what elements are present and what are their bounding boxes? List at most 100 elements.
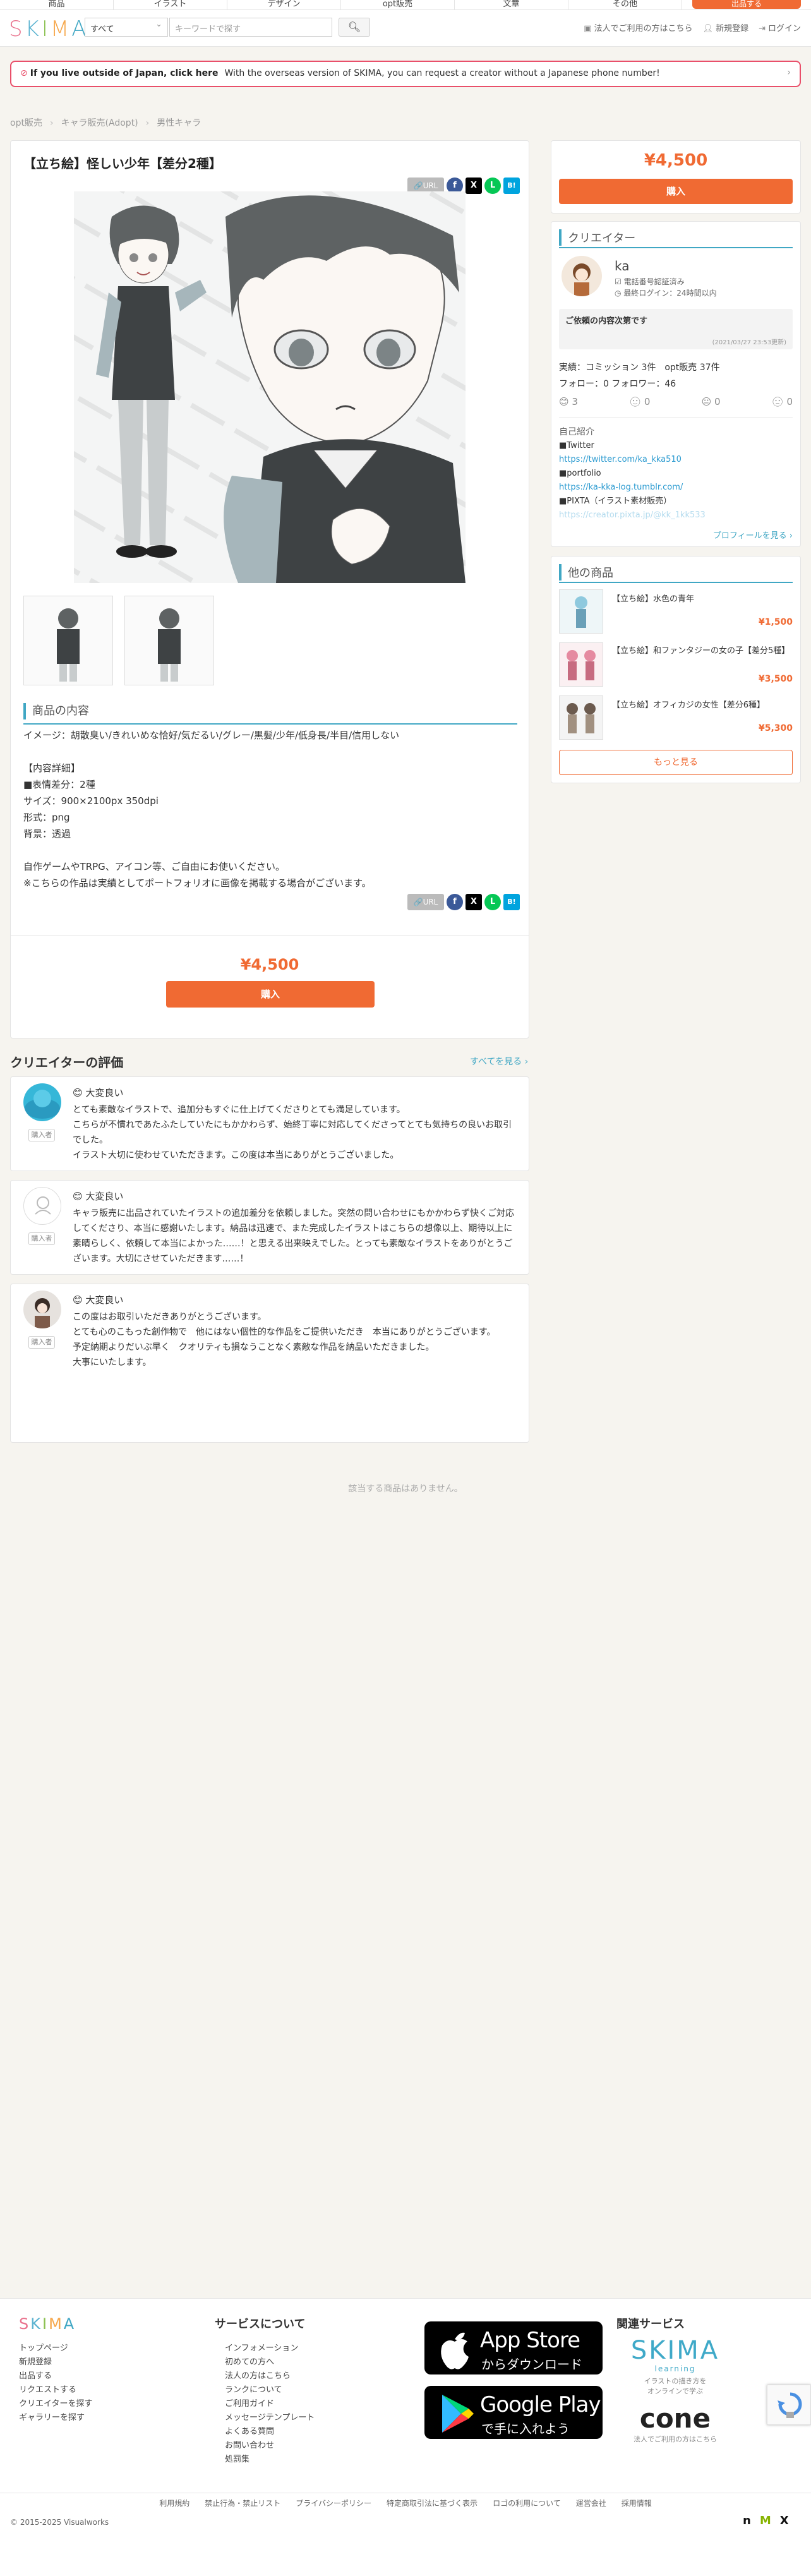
smile-icon: 😊︎ (73, 1294, 86, 1306)
skima-logo[interactable]: SKIMA (9, 16, 89, 42)
rating-bad-count: 0 (786, 396, 793, 407)
hatena-share-icon[interactable]: B! (503, 894, 520, 910)
bottom-link[interactable]: ロゴの利用について (493, 2499, 561, 2508)
sell-button[interactable]: 出品する (692, 0, 801, 9)
thumb-image (567, 650, 596, 680)
line-share-icon[interactable]: L (484, 178, 501, 194)
reviewer-avatar (23, 1291, 61, 1328)
facebook-share-icon[interactable]: f (447, 894, 463, 910)
nav-goods[interactable]: 商品 (0, 0, 114, 9)
thumbnail-2[interactable] (124, 596, 214, 685)
reviews-see-all[interactable]: すべてを見る › (470, 1055, 528, 1068)
service-links: インフォメーション 初めての方へ 法人の方はこちら ランクについて ご利用ガイド… (225, 2342, 315, 2467)
footer-link[interactable]: リクエストする (19, 2383, 92, 2397)
verified-row: ☑ 電話番号認証済み (615, 276, 685, 287)
misskey-icon[interactable]: M (760, 2514, 771, 2527)
breadcrumb-adopt[interactable]: キャラ販売(Adopt) (61, 118, 138, 128)
thumb-image (567, 703, 596, 733)
thumbnail-1[interactable] (23, 596, 113, 685)
phone-verified-icon: ☑ (615, 277, 624, 286)
cone-logo[interactable]: cone 法人でご利用の方はこちら (622, 2404, 729, 2444)
other-item-title: 【立ち絵】オフィカジの女性【差分6種】 (612, 701, 766, 710)
bottom-link[interactable]: 利用規約 (159, 2499, 189, 2508)
neutral-face-icon: 😐︎ (701, 396, 714, 407)
buyer-badge: 購入者 (28, 1336, 55, 1349)
breadcrumb-male[interactable]: 男性キャラ (157, 118, 201, 128)
review-rating-label: 大変良い (85, 1294, 124, 1306)
nav-other[interactable]: その他 (568, 0, 682, 9)
creator-name[interactable]: ka (615, 258, 630, 274)
default-avatar-icon (35, 1196, 51, 1215)
nav-opt[interactable]: opt販売 (341, 0, 455, 9)
note-icon[interactable]: n (743, 2514, 751, 2527)
footer-link[interactable]: 出品する (19, 2369, 92, 2383)
last-login-text: 最終ログイン：24時間以内 (623, 289, 717, 298)
slight-smile-icon: 🙂︎ (629, 396, 644, 407)
login-link[interactable]: ⇥ ログイン (759, 21, 801, 33)
service-link[interactable]: 法人の方はこちら (225, 2369, 315, 2383)
x-share-icon[interactable]: X (466, 178, 482, 194)
bottom-link[interactable]: 特定商取引法に基づく表示 (387, 2499, 478, 2508)
creator-stats: 実績：コミッション 3件 opt販売 37件 (559, 363, 720, 373)
last-login-row: ◷ 最終ログイン：24時間以内 (615, 287, 717, 298)
bottom-link[interactable]: プライバシーポリシー (296, 2499, 371, 2508)
service-link[interactable]: お問い合わせ (225, 2439, 315, 2453)
intro-line: ■portfolio (559, 469, 601, 478)
bottom-link[interactable]: 禁止行為・禁止リスト (205, 2499, 280, 2508)
corporate-link[interactable]: ▣ 法人でご利用の方はこちら (584, 21, 692, 33)
more-button[interactable]: もっと見る (559, 750, 793, 775)
service-link[interactable]: インフォメーション (225, 2342, 315, 2356)
other-item[interactable]: 【立ち絵】和ファンタジーの女の子【差分5種】 ¥3,500 (559, 642, 793, 688)
product-main-image[interactable] (74, 191, 466, 583)
service-link[interactable]: よくある質問 (225, 2425, 315, 2439)
skima-learning-sub: learning (654, 2364, 696, 2373)
service-link[interactable]: ランクについて (225, 2383, 315, 2397)
recaptcha-badge[interactable] (767, 2385, 811, 2425)
other-item[interactable]: 【立ち絵】オフィカジの女性【差分6種】 ¥5,300 (559, 695, 793, 741)
bottom-link[interactable]: 採用情報 (622, 2499, 652, 2508)
nav-illust[interactable]: イラスト (114, 0, 227, 9)
character-illustration (74, 191, 466, 583)
copy-url-button[interactable]: 🔗URL (407, 894, 444, 910)
review-text: この度はお取引いただきありがとうございます。 とても心のこもった創作物で 他には… (73, 1312, 496, 1368)
breadcrumb-opt[interactable]: opt販売 (10, 118, 42, 128)
buy-button[interactable]: 購入 (166, 981, 375, 1008)
status-message: ご依頼の内容次第です (565, 316, 648, 326)
sidebar-buy-button[interactable]: 購入 (559, 179, 793, 204)
rating-good-count: 0 (644, 396, 651, 407)
intro-link[interactable]: https://twitter.com/ka_kka510 (559, 453, 706, 467)
verified-text: 電話番号認証済み (623, 277, 685, 286)
hatena-share-icon[interactable]: B! (503, 178, 520, 194)
other-item[interactable]: 【立ち絵】水色の青年 ¥1,500 (559, 589, 793, 635)
footer-link[interactable]: 新規登録 (19, 2356, 92, 2369)
footer-logo[interactable]: SKIMA (19, 2315, 76, 2333)
service-link[interactable]: 処罰集 (225, 2453, 315, 2467)
keyword-search-input[interactable]: キーワードで探す (169, 18, 332, 37)
service-link[interactable]: 初めての方へ (225, 2356, 315, 2369)
signup-link[interactable]: 👤︎ 新規登録 (703, 21, 749, 33)
skima-learning-logo[interactable]: SKIMA learning イラストの描き方を オンラインで学ぶ (628, 2337, 723, 2396)
search-button[interactable]: 🔍︎ (339, 18, 370, 37)
service-link[interactable]: ご利用ガイド (225, 2397, 315, 2411)
x-share-icon[interactable]: X (466, 894, 482, 910)
footer-link[interactable]: ギャラリーを探す (19, 2411, 92, 2425)
nav-design[interactable]: デザイン (227, 0, 341, 9)
overseas-banner[interactable]: ⊘ If you live outside of Japan, click her… (10, 61, 801, 87)
bottom-link[interactable]: 運営会社 (576, 2499, 606, 2508)
intro-link[interactable]: https://creator.pixta.jp/@kk_1kk533 (559, 509, 706, 522)
footer-social: n M X (743, 2514, 789, 2527)
category-select[interactable]: すべて (85, 18, 168, 37)
creator-avatar[interactable] (562, 256, 602, 296)
top-category-nav: 商品 イラスト デザイン opt販売 文章 その他 出品する (0, 0, 811, 10)
nav-text[interactable]: 文章 (455, 0, 568, 9)
google-play-badge[interactable]: Google Play で手に入れよう (424, 2386, 603, 2439)
line-share-icon[interactable]: L (484, 894, 501, 910)
footer-link[interactable]: トップページ (19, 2342, 92, 2356)
intro-link[interactable]: https://ka-kka-log.tumblr.com/ (559, 481, 706, 495)
other-item-thumb (559, 642, 603, 687)
app-store-badge[interactable]: App Store からダウンロード (424, 2321, 603, 2374)
service-link[interactable]: メッセージテンプレート (225, 2411, 315, 2425)
footer-link[interactable]: クリエイターを探す (19, 2397, 92, 2411)
profile-link[interactable]: プロフィールを見る › (713, 529, 793, 541)
x-icon[interactable]: X (780, 2514, 789, 2527)
